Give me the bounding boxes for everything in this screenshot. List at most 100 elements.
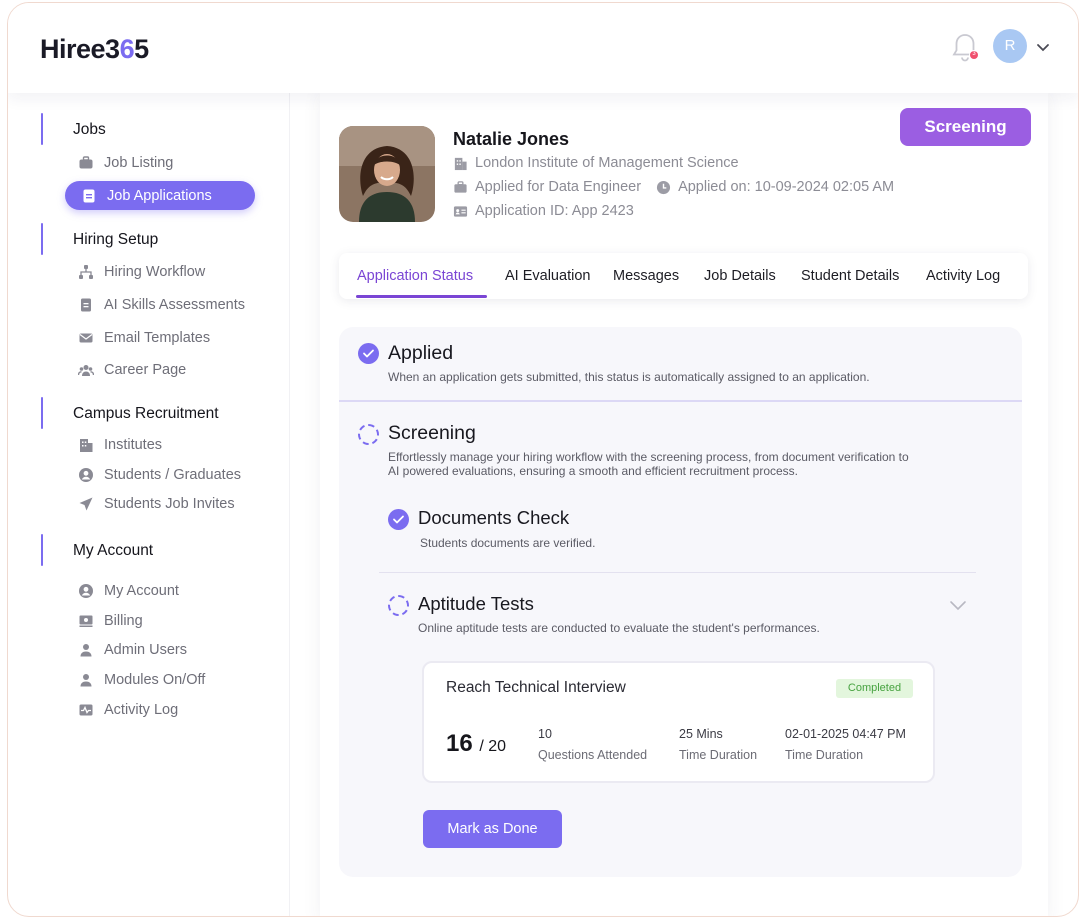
notification-count-badge: 3 xyxy=(969,50,979,60)
sidebar-item-job-listing[interactable]: Job Listing xyxy=(78,151,173,175)
section-indicator xyxy=(41,397,43,429)
sidebar-item-students-job-invites[interactable]: Students Job Invites xyxy=(78,492,235,516)
sidebar-item-hiring-workflow[interactable]: Hiring Workflow xyxy=(78,260,205,284)
tab-job-details[interactable]: Job Details xyxy=(704,253,776,299)
mark-as-done-button[interactable]: Mark as Done xyxy=(423,810,562,848)
score-value: 16 xyxy=(446,730,473,757)
sidebar-item-label: Hiring Workflow xyxy=(104,264,206,280)
tab-student-details[interactable]: Student Details xyxy=(801,253,899,299)
institute-text: London Institute of Management Science xyxy=(475,155,739,171)
sidebar-item-students-graduates[interactable]: Students / Graduates xyxy=(78,463,241,487)
briefcase-icon xyxy=(79,156,93,169)
questions-value: 10 xyxy=(538,727,552,741)
sidebar-item-label: Students / Graduates xyxy=(104,467,242,483)
user-circle-icon xyxy=(79,584,93,598)
building-icon xyxy=(80,439,93,452)
step-applied-desc: When an application gets submitted, this… xyxy=(388,370,870,384)
building-icon xyxy=(454,157,467,170)
sidebar-section-hiring-setup: Hiring Setup xyxy=(73,231,159,248)
sidebar-item-label: Email Templates xyxy=(104,330,211,346)
tab-ai-evaluation[interactable]: AI Evaluation xyxy=(505,253,590,299)
step-aptitude-desc: Online aptitude tests are conducted to e… xyxy=(418,621,820,635)
pending-circle-icon xyxy=(388,595,409,616)
chevron-down-icon[interactable] xyxy=(949,599,967,611)
section-indicator xyxy=(41,113,43,145)
sidebar-item-label: Career Page xyxy=(104,362,187,378)
bill-icon xyxy=(79,615,93,627)
sidebar-item-modules-on-off[interactable]: Modules On/Off xyxy=(78,668,205,692)
duration-value: 25 Mins xyxy=(679,727,723,741)
top-header: Hiree365 3 R xyxy=(8,3,1078,93)
divider xyxy=(339,400,1022,402)
score-total: / 20 xyxy=(479,738,507,755)
test-result-card: Reach Technical Interview Completed 16 /… xyxy=(422,661,935,783)
candidate-institute: London Institute of Management Science xyxy=(453,155,739,171)
date-value: 02-01-2025 04:47 PM xyxy=(785,727,906,741)
step-screening-title: Screening xyxy=(388,422,476,444)
tab-application-status[interactable]: Application Status xyxy=(357,253,473,299)
step-screening-desc-line2: AI powered evaluations, ensuring a smoot… xyxy=(388,464,799,478)
tab-messages[interactable]: Messages xyxy=(613,253,679,299)
sidebar-item-admin-users[interactable]: Admin Users xyxy=(78,638,187,662)
sidebar-item-my-account[interactable]: My Account xyxy=(78,579,179,603)
sidebar-item-career-page[interactable]: Career Page xyxy=(78,358,186,382)
test-title: Reach Technical Interview xyxy=(446,679,626,696)
candidate-applied-info: Applied for Data Engineer Applied on: 10… xyxy=(453,179,894,195)
tab-activity-log[interactable]: Activity Log xyxy=(926,253,1000,299)
sidebar-item-label: My Account xyxy=(104,583,179,599)
users-icon xyxy=(78,365,94,376)
activity-icon xyxy=(79,704,93,716)
sidebar-item-label: Job Applications xyxy=(107,187,212,204)
application-id-text: Application ID: App 2423 xyxy=(475,203,634,219)
sidebar-item-label: Admin Users xyxy=(104,642,187,658)
workflow-icon xyxy=(79,265,93,279)
sidebar-item-job-applications[interactable]: Job Applications xyxy=(65,181,255,210)
sidebar-item-label: Students Job Invites xyxy=(104,496,235,512)
send-icon xyxy=(79,497,93,511)
date-label: Time Duration xyxy=(785,748,864,762)
sidebar-item-label: Modules On/Off xyxy=(104,672,206,688)
sidebar-item-billing[interactable]: Billing xyxy=(78,609,143,633)
candidate-application-id: Application ID: App 2423 xyxy=(453,203,634,219)
main-content: Natalie Jones London Institute of Manage… xyxy=(320,93,1048,916)
sidebar-item-activity-log[interactable]: Activity Log xyxy=(78,698,178,722)
sidebar-section-campus-recruitment: Campus Recruitment xyxy=(73,405,219,422)
user-circle-icon xyxy=(79,468,93,482)
sidebar-item-institutes[interactable]: Institutes xyxy=(78,433,162,457)
sidebar-item-ai-skills-assessments[interactable]: AI Skills Assessments xyxy=(78,293,245,317)
divider xyxy=(379,572,976,573)
sidebar-item-label: Institutes xyxy=(104,437,163,453)
sidebar-item-label: Billing xyxy=(104,613,143,629)
user-avatar[interactable]: R xyxy=(993,29,1027,63)
applied-for-text: Applied for Data Engineer xyxy=(475,179,642,195)
chevron-down-icon[interactable] xyxy=(1036,40,1050,52)
pending-circle-icon xyxy=(358,424,379,445)
notification-bell-icon[interactable]: 3 xyxy=(950,31,980,63)
application-status-panel: Applied When an application gets submitt… xyxy=(339,327,1022,877)
sidebar-item-label: AI Skills Assessments xyxy=(104,297,246,313)
logo[interactable]: Hiree365 xyxy=(40,34,149,65)
section-indicator xyxy=(41,534,43,566)
user-icon xyxy=(80,644,92,657)
step-aptitude-title: Aptitude Tests xyxy=(418,593,534,614)
active-tab-indicator xyxy=(356,295,487,298)
document-icon xyxy=(81,298,91,312)
briefcase-icon xyxy=(454,180,467,193)
document-icon xyxy=(83,189,95,202)
step-screening-desc-line1: Effortlessly manage your hiring workflow… xyxy=(388,450,909,464)
sidebar-section-my-account: My Account xyxy=(73,542,154,559)
step-documents-desc: Students documents are verified. xyxy=(420,536,596,550)
sidebar-item-email-templates[interactable]: Email Templates xyxy=(78,326,210,350)
test-score: 16 / 20 xyxy=(446,730,506,758)
check-circle-icon xyxy=(388,509,409,530)
user-icon xyxy=(80,674,92,687)
status-screening-button[interactable]: Screening xyxy=(900,108,1031,146)
clock-icon xyxy=(657,180,671,194)
mail-icon xyxy=(79,333,93,343)
sidebar-item-label: Job Listing xyxy=(104,155,174,171)
candidate-photo xyxy=(339,126,435,222)
section-indicator xyxy=(41,223,43,255)
step-documents-title: Documents Check xyxy=(418,507,570,528)
status-badge: Completed xyxy=(836,679,913,698)
sidebar: Jobs Job Listing Job Applications Hiring… xyxy=(8,93,290,916)
